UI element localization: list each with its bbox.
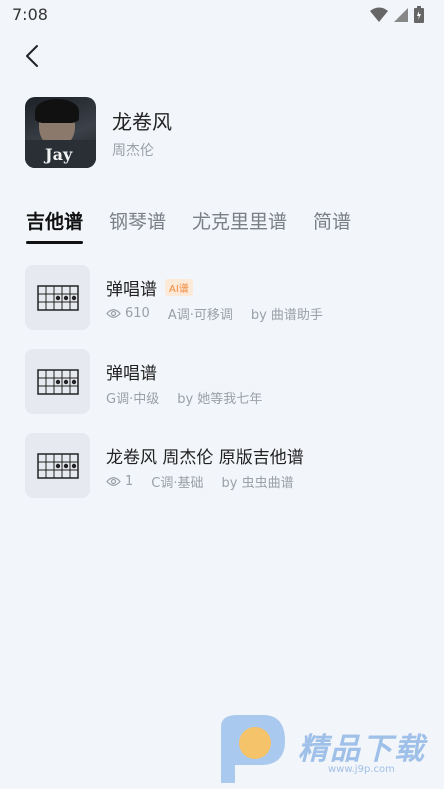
item-title-row: 弹唱谱	[106, 359, 157, 384]
item-title: 弹唱谱	[106, 280, 157, 300]
item-meta: 610 A调·可移调 by 曲谱助手	[106, 304, 323, 323]
author: by 她等我七年	[177, 392, 263, 407]
chord-chart-thumbnail	[25, 433, 90, 498]
ai-badge: AI谱	[165, 279, 193, 296]
tab-numbered[interactable]: 简谱	[313, 207, 351, 234]
battery-icon	[414, 6, 424, 23]
item-title: 弹唱谱	[106, 364, 157, 384]
back-arrow-icon[interactable]	[20, 42, 48, 70]
status-time: 7:08	[12, 5, 48, 24]
eye-icon	[106, 309, 121, 318]
item-title: 龙卷风 周杰伦 原版吉他谱	[106, 448, 304, 468]
key-level: G调·中级	[106, 392, 160, 407]
cover-hair	[35, 99, 79, 123]
status-icons	[370, 6, 424, 23]
chord-chart-icon	[36, 284, 79, 311]
list-item[interactable]: 弹唱谱 G调·中级 by 她等我七年	[25, 349, 425, 415]
chord-chart-icon	[36, 452, 79, 479]
key-level: C调·基础	[151, 476, 204, 491]
chord-chart-thumbnail	[25, 265, 90, 330]
status-bar: 7:08	[0, 0, 444, 30]
wifi-icon	[370, 7, 388, 22]
author: by 曲谱助手	[250, 308, 323, 323]
cover-text: Jay	[45, 145, 73, 164]
score-type-tabs: 吉他谱 钢琴谱 尤克里里谱 简谱	[26, 207, 377, 244]
item-title-row: 弹唱谱 AI谱	[106, 275, 193, 300]
tab-ukulele[interactable]: 尤克里里谱	[192, 207, 287, 234]
view-count: 610	[125, 306, 150, 321]
song-artist[interactable]: 周杰伦	[112, 140, 154, 160]
view-count: 1	[125, 474, 134, 489]
chord-chart-icon	[36, 368, 79, 395]
song-title: 龙卷风	[112, 110, 172, 134]
eye-icon	[106, 477, 121, 486]
signal-icon	[394, 7, 408, 22]
key-level: A调·可移调	[167, 308, 233, 323]
album-cover: Jay	[25, 97, 96, 168]
watermark-text: 精品下载	[298, 732, 426, 767]
list-item[interactable]: 弹唱谱 AI谱 610 A调·可移调 by 曲谱助手	[25, 265, 425, 331]
tab-piano[interactable]: 钢琴谱	[109, 207, 166, 234]
item-title-row: 龙卷风 周杰伦 原版吉他谱	[106, 443, 304, 468]
item-meta: G调·中级 by 她等我七年	[106, 388, 262, 407]
watermark-url: www.j9p.com	[328, 764, 395, 775]
author: by 虫虫曲谱	[221, 476, 294, 491]
watermark-logo-icon	[221, 715, 285, 783]
list-item[interactable]: 龙卷风 周杰伦 原版吉他谱 1 C调·基础 by 虫虫曲谱	[25, 433, 425, 499]
item-meta: 1 C调·基础 by 虫虫曲谱	[106, 472, 294, 491]
chord-chart-thumbnail	[25, 349, 90, 414]
tab-guitar[interactable]: 吉他谱	[26, 207, 84, 244]
